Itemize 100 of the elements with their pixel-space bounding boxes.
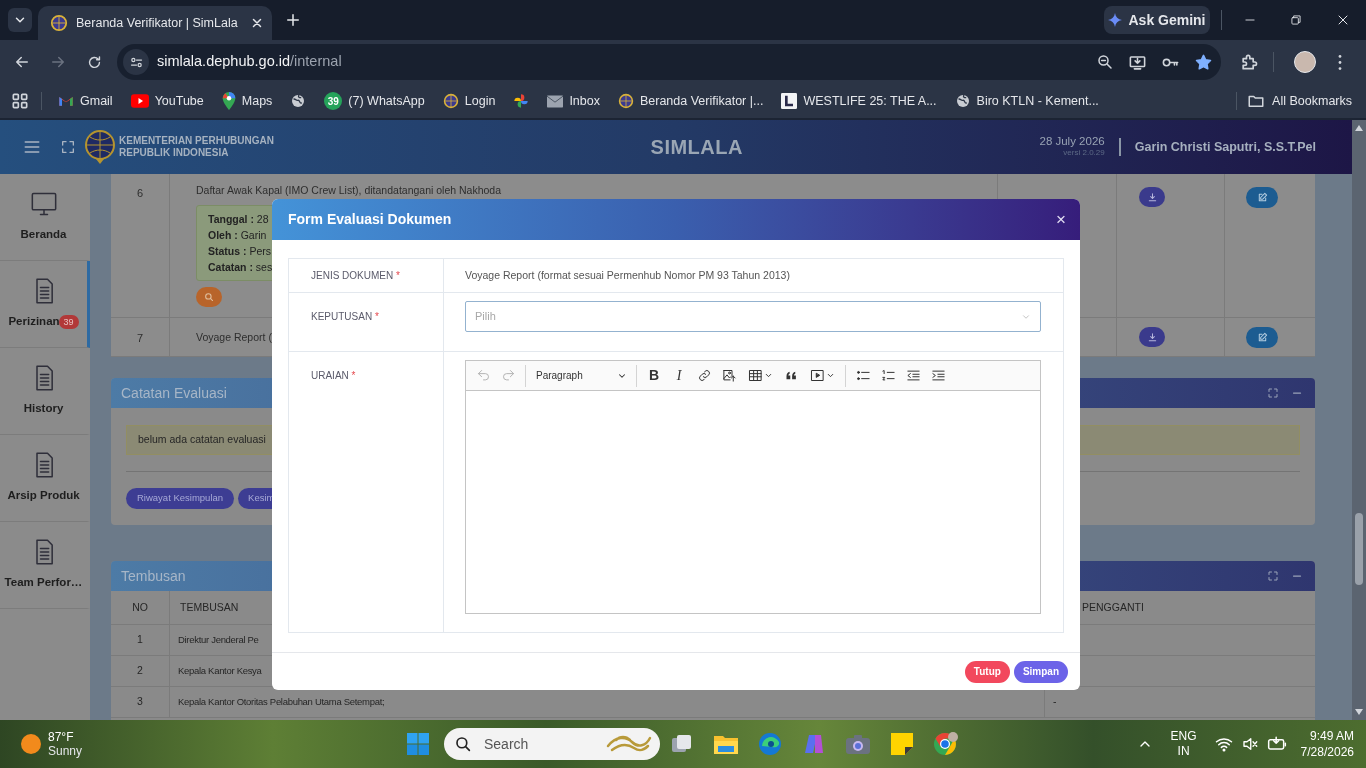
italic-button[interactable]: I <box>667 363 691 388</box>
save-button[interactable]: Simpan <box>1013 660 1068 683</box>
table-cell-text: 6 <box>136 186 144 199</box>
panel-title: Tembusan <box>121 566 186 586</box>
bookmark[interactable]: YouTube <box>124 87 210 115</box>
ask-gemini-button[interactable]: Ask Gemini <box>1104 6 1210 34</box>
emblem-icon <box>50 14 68 32</box>
document-title: Voyage Report ( <box>196 330 272 344</box>
sidebar-label: Beranda <box>20 227 67 243</box>
address-bar[interactable]: simlala.dephub.go.id/internal <box>117 44 1221 80</box>
field-label: KEPUTUSAN * <box>311 311 379 322</box>
edit-button[interactable] <box>1246 187 1278 208</box>
sidebar-label: Team Perfor… <box>4 575 83 591</box>
close-dialog-button[interactable]: Tutup <box>964 660 1010 683</box>
scroll-up-icon[interactable] <box>1355 125 1363 131</box>
maximize-button[interactable] <box>1267 387 1279 399</box>
input-language-button[interactable]: ENG IN <box>1170 729 1197 759</box>
close-icon <box>250 16 264 30</box>
edit-icon <box>1256 192 1268 203</box>
apps-button[interactable] <box>10 91 30 111</box>
edit-button[interactable] <box>1246 326 1278 348</box>
field-label: JENIS DOKUMEN * <box>311 269 400 283</box>
paragraph-style-dropdown[interactable]: Paragraph <box>531 363 631 388</box>
bookmark[interactable]: Beranda Verifikator |... <box>611 87 770 115</box>
search-icon <box>204 292 214 302</box>
url-text: simlala.dephub.go.id/internal <box>157 52 342 72</box>
notification-badge: 39 <box>324 92 343 110</box>
start-button[interactable] <box>404 730 432 758</box>
download-icon <box>1146 331 1158 343</box>
edit-icon <box>1256 331 1268 343</box>
browser-tab[interactable]: Beranda Verifikator | SimLala <box>38 6 272 40</box>
clock[interactable]: 9:49 AM 7/28/2026 <box>1300 728 1354 760</box>
sticky-note-icon <box>891 733 913 755</box>
scrollbar-thumb[interactable] <box>1355 513 1363 585</box>
app-title: SIMLALA <box>650 135 743 160</box>
bookmark[interactable]: Maps <box>215 87 279 115</box>
fullscreen-icon <box>1267 387 1279 399</box>
user-name[interactable]: Garin Christi Saputri, S.S.T.Pel <box>1134 137 1316 157</box>
close-button[interactable]: × <box>1056 211 1066 228</box>
redo-icon <box>500 368 516 383</box>
dialog-title: Form Evaluasi Dokumen <box>288 210 452 229</box>
bulleted-list-icon <box>855 368 871 383</box>
bookmark[interactable]: Gmail <box>52 87 119 115</box>
fullscreen-icon <box>1267 570 1279 582</box>
note-line: Tanggal : 28 <box>208 212 269 227</box>
history-button[interactable]: Riwayat Kesimpulan <box>126 488 235 509</box>
column-header: TEMBUSAN <box>180 599 239 615</box>
table-cell-text: 7 <box>136 331 144 344</box>
scroll-down-icon[interactable] <box>1355 709 1363 715</box>
scrollbar[interactable] <box>1352 120 1366 720</box>
ministry-emblem-icon <box>84 129 116 165</box>
stacked-windows-icon <box>671 733 693 755</box>
maximize-button[interactable] <box>1267 570 1279 582</box>
extensions-button[interactable] <box>1239 52 1259 72</box>
current-date: 28 July 2026 <box>1039 135 1105 147</box>
bookmark[interactable]: Inbox <box>541 87 606 115</box>
new-tab-button[interactable] <box>284 11 302 29</box>
all-bookmarks-button[interactable]: All Bookmarks <box>1247 91 1352 111</box>
table-cell-text: Kepala Kantor Kesya <box>178 663 262 678</box>
sidebar-label: Perizinan <box>8 314 60 330</box>
undo-icon <box>475 368 491 383</box>
download-button[interactable] <box>1139 327 1165 347</box>
indent-icon <box>930 368 946 383</box>
caret-icon <box>825 371 835 380</box>
download-icon <box>1146 191 1158 203</box>
rich-text-editor[interactable]: Paragraph B I <box>465 360 1041 614</box>
bookmark[interactable]: 39 (7) WhatsApp <box>318 87 431 115</box>
menu-button[interactable] <box>1338 54 1342 70</box>
weather-temperature[interactable]: 87°F <box>48 730 83 744</box>
restore-icon <box>1289 13 1303 27</box>
note-line: Status : Pers <box>208 244 272 259</box>
note-line: Catatan : ses <box>208 260 273 275</box>
close-tab-button[interactable] <box>250 16 264 30</box>
play-icon <box>130 94 149 108</box>
sun-icon[interactable] <box>20 733 42 755</box>
download-button[interactable] <box>1139 187 1165 207</box>
column-header: PENGGANTI <box>1082 599 1144 615</box>
star-icon[interactable] <box>1194 52 1213 72</box>
bold-button[interactable]: B <box>642 363 666 388</box>
weather-condition[interactable]: Sunny <box>48 744 83 758</box>
media-icon <box>809 368 825 383</box>
profile-avatar[interactable] <box>1294 51 1316 73</box>
edge-icon <box>758 732 782 756</box>
outdent-icon <box>905 368 921 383</box>
ministry-name: KEMENTERIAN PERHUBUNGAN <box>119 135 274 147</box>
numbered-list-icon <box>880 368 896 383</box>
emblem-icon <box>617 93 634 109</box>
copilot-icon <box>802 732 826 756</box>
fullscreen-button[interactable] <box>60 139 76 155</box>
tab-list-button[interactable] <box>8 8 32 32</box>
magnifier-icon <box>1096 53 1114 71</box>
bookmark[interactable]: Login <box>436 87 502 115</box>
envelope-icon <box>547 94 564 108</box>
caret-icon <box>763 371 773 380</box>
fullscreen-icon <box>60 139 76 155</box>
sparkle-icon <box>1108 13 1123 27</box>
sidebar-label: Arsip Produk <box>7 488 80 504</box>
bookmark[interactable]: WESTLIFE 25: THE A... <box>775 87 943 115</box>
bookmark[interactable]: Biro KTLN - Kement... <box>948 87 1105 115</box>
taskbar-search[interactable]: Search <box>444 728 660 760</box>
